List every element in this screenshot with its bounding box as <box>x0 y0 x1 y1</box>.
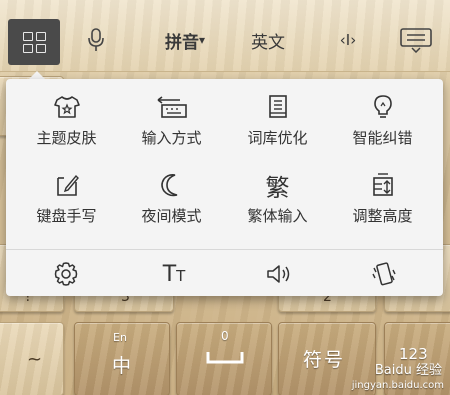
cursor-move-icon: ‹I› <box>339 31 357 49</box>
menu-button[interactable] <box>8 19 60 65</box>
key-zh-label: 中 <box>112 355 132 377</box>
menu-label: 输入方式 <box>141 129 202 147</box>
traditional-char-icon: 繁 <box>265 173 290 202</box>
english-mode-button[interactable]: 英文 <box>243 22 293 58</box>
menu-traditional-input[interactable]: 繁 繁体输入 <box>225 169 330 241</box>
menu-theme-skin[interactable]: 主题皮肤 <box>14 91 119 163</box>
lightbulb-icon <box>373 95 392 118</box>
menu-label: 调整高度 <box>352 207 413 225</box>
watermark-url: jingyan.baidu.com <box>351 380 444 391</box>
menu-smart-correction[interactable]: 智能纠错 <box>330 91 435 163</box>
key-en-label: En <box>113 331 127 344</box>
keyboard-hide-icon <box>400 28 432 53</box>
key-space[interactable]: 0 <box>176 322 272 395</box>
pinyin-label: 拼音 <box>164 32 199 53</box>
grid-menu-icon <box>22 31 46 53</box>
menu-label: 词库优化 <box>247 129 308 147</box>
menu-adjust-height[interactable]: 调整高度 <box>330 169 435 241</box>
menu-night-mode[interactable]: 夜间模式 <box>119 169 224 241</box>
moon-icon <box>160 174 177 197</box>
key-tilde[interactable]: ~ <box>0 322 64 395</box>
english-label: 英文 <box>251 32 285 53</box>
chevron-down-icon: ▾ <box>198 33 206 47</box>
watermark-brand: Baidu 经验 <box>374 363 442 378</box>
key-tilde-label: ~ <box>27 349 43 370</box>
hide-keyboard-button[interactable] <box>396 22 436 58</box>
vibration-icon <box>372 262 396 286</box>
settings-panel: 主题皮肤 输入方式 词库优化 智能纠错 键盘手写 夜间模式 繁 繁体输入 调整高… <box>6 79 443 296</box>
menu-label: 繁体输入 <box>247 207 308 225</box>
adjust-height-icon <box>372 173 393 196</box>
microphone-button[interactable] <box>78 22 114 58</box>
text-size-button[interactable]: TT <box>154 257 194 291</box>
menu-input-method[interactable]: 输入方式 <box>119 91 224 163</box>
handwriting-icon <box>56 174 79 196</box>
key-zero-label: 0 <box>221 329 229 343</box>
key-symbol-label: 符号 <box>303 349 346 371</box>
vibration-button[interactable] <box>364 257 404 291</box>
settings-button[interactable] <box>46 257 86 291</box>
menu-dictionary-optimize[interactable]: 词库优化 <box>225 91 330 163</box>
volume-icon <box>267 265 290 283</box>
menu-label: 夜间模式 <box>141 207 202 225</box>
cursor-button[interactable]: ‹I› <box>326 22 370 58</box>
menu-label: 键盘手写 <box>36 207 97 225</box>
dictionary-icon <box>268 95 287 118</box>
ime-toolbar: 拼音 ▾ 英文 ‹I› <box>0 0 450 72</box>
menu-label: 智能纠错 <box>352 129 413 147</box>
menu-keyboard-handwriting[interactable]: 键盘手写 <box>14 169 119 241</box>
microphone-icon <box>88 28 104 51</box>
menu-label: 主题皮肤 <box>36 129 97 147</box>
keyboard-switch-icon <box>157 96 187 118</box>
text-size-icon: TT <box>162 261 186 287</box>
key-lang-switch[interactable]: En 中 <box>74 322 170 395</box>
pinyin-mode-button[interactable]: 拼音 ▾ <box>150 22 220 58</box>
panel-divider <box>6 249 443 250</box>
space-bar-icon <box>206 352 244 364</box>
settings-gear-icon <box>54 262 78 286</box>
tshirt-star-icon <box>53 96 80 118</box>
sound-button[interactable] <box>260 257 300 291</box>
